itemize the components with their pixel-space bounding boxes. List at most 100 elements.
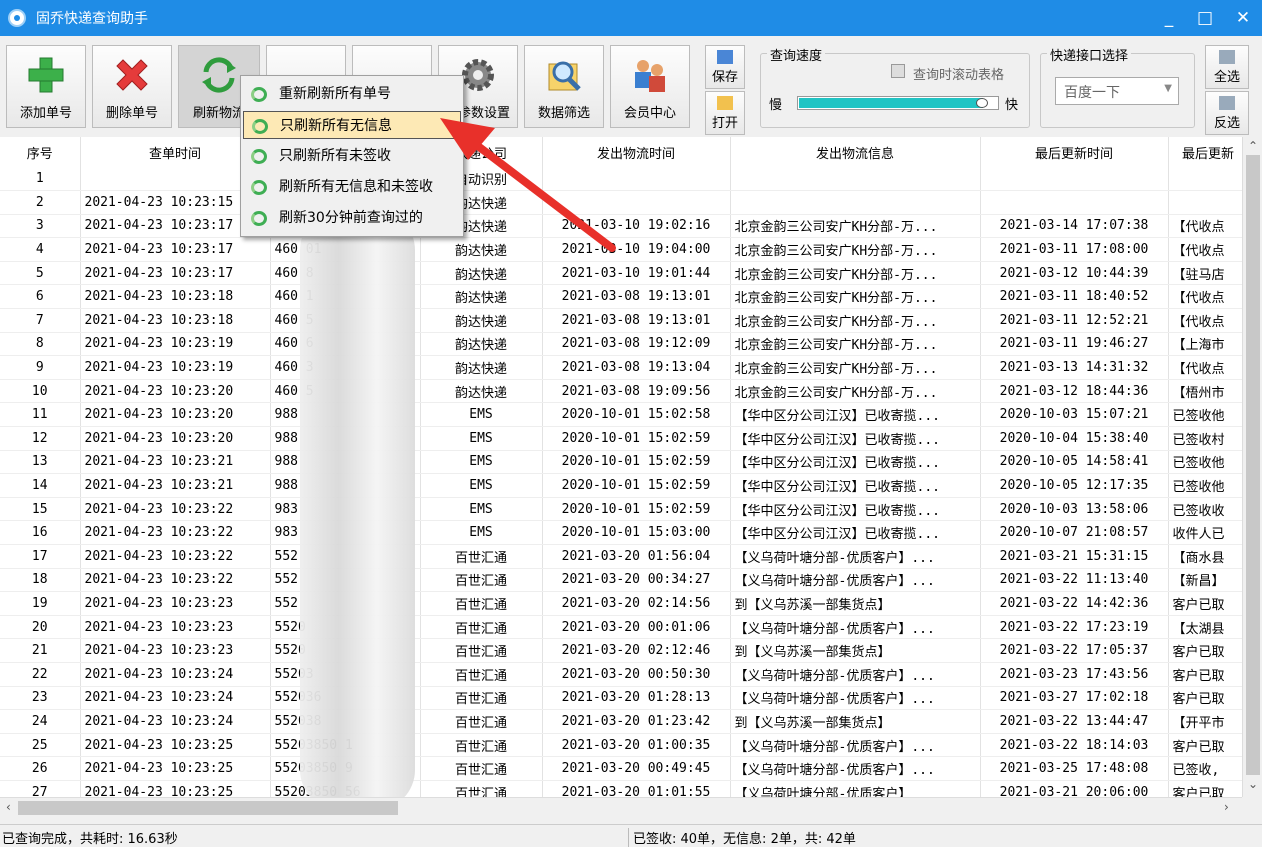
table-cell: 客户已取 (1168, 733, 1249, 758)
table-cell: 2021-03-20 01:00:35 (542, 733, 731, 758)
menu-refresh-unsigned[interactable]: 只刷新所有未签收 (243, 142, 461, 170)
menu-refresh-30min[interactable]: 刷新30分钟前查询过的 (243, 204, 461, 232)
horizontal-scroll-thumb[interactable] (18, 801, 398, 815)
minimize-button[interactable]: _ (1152, 4, 1186, 32)
menu-refresh-all[interactable]: 重新刷新所有单号 (243, 80, 461, 108)
scroll-checkbox[interactable] (891, 64, 905, 78)
table-row[interactable]: 17 2021-04-23 10:23:22 552 百世汇通 2021-03-20 0… (0, 544, 1249, 569)
table-row[interactable]: 19 2021-04-23 10:23:23 552 百世汇通 2021-03-20 0… (0, 591, 1249, 616)
table-row[interactable]: 15 2021-04-23 10:23:22 983 EMS 2020-10-01 15… (0, 497, 1249, 522)
column-header[interactable]: 发出物流信息 (730, 137, 981, 167)
table-cell: EMS (420, 473, 543, 498)
api-group: 快递接口选择 百度一下 ▼ (1040, 45, 1195, 128)
status-bar: 已查询完成，共耗时: 16.63秒 已签收: 40单，无信息: 2单，共: 42… (0, 824, 1262, 847)
table-cell: 24 (0, 709, 81, 734)
table-cell: 22 (0, 662, 81, 687)
table-row[interactable]: 24 2021-04-23 10:23:24 552038 百世汇通 2021-03-2… (0, 709, 1249, 734)
table-cell: 百世汇通 (420, 568, 543, 593)
table-cell: 北京金韵三公司安广KH分部-万... (730, 332, 981, 357)
table-row[interactable]: 23 2021-04-23 10:23:24 552036 百世汇通 2021-03-2… (0, 686, 1249, 711)
api-select[interactable]: 百度一下 ▼ (1055, 77, 1179, 105)
table-cell: 客户已取 (1168, 686, 1249, 711)
table-row[interactable]: 9 2021-04-23 10:23:19 460 3 韵达快递 2021-03-08 … (0, 355, 1249, 380)
menu-refresh-no-info-and-unsigned[interactable]: 刷新所有无信息和未签收 (243, 173, 461, 201)
table-row[interactable]: 272021-04-23 10:23:2555203850 56百世汇通2021… (0, 780, 1249, 797)
table-cell: 【上海市 (1168, 332, 1249, 357)
delete-order-button[interactable]: 删除单号 (92, 45, 172, 128)
tracking-table[interactable]: 序号查单时间单号快递公司发出物流时间发出物流信息最后更新时间最后更新 1自动识别… (0, 137, 1262, 797)
table-row[interactable]: 2 2021-04-23 10:23:15 韵达快递 (0, 190, 1249, 215)
table-cell: 2021-03-20 02:12:46 (542, 638, 731, 663)
column-header[interactable]: 发出物流时间 (542, 137, 731, 167)
table-cell: 韵达快递 (420, 284, 543, 310)
window-title: 固乔快递查询助手 (36, 11, 148, 27)
table-cell: 2021-03-11 18:40:52 (980, 284, 1169, 310)
scroll-up-icon[interactable]: ⌃ (1248, 139, 1258, 153)
table-row[interactable]: 1 自动识别 (0, 167, 1249, 192)
table-cell: 2021-03-22 17:05:37 (980, 638, 1169, 663)
table-cell: 2021-04-23 10:23:18 (80, 308, 271, 333)
table-cell: 【义乌荷叶塘分部-优质客户】... (730, 733, 981, 758)
data-filter-button[interactable]: 数据筛选 (524, 45, 604, 128)
table-row[interactable]: 3 2021-04-23 10:23:17 韵达快递 2021-03-10 19:02… (0, 214, 1249, 239)
table-row[interactable]: 14 2021-04-23 10:23:21 988 EMS 2020-10-01 15… (0, 473, 1249, 498)
add-order-button[interactable]: 添加单号 (6, 45, 86, 128)
table-cell: 百世汇通 (420, 780, 543, 797)
table-cell: EMS (420, 497, 543, 522)
table-cell: 百世汇通 (420, 638, 543, 663)
chevron-down-icon: ▼ (1164, 83, 1172, 94)
table-cell: 7 (0, 308, 81, 333)
table-row[interactable]: 20 2021-04-23 10:23:23 5520 百世汇通 2021-03-20 … (0, 615, 1249, 640)
select-all-button[interactable]: 全选 (1205, 45, 1249, 89)
scroll-down-icon[interactable]: ⌄ (1248, 777, 1258, 791)
close-button[interactable]: ✕ (1226, 4, 1260, 32)
table-cell: 【代收点 (1168, 214, 1249, 239)
table-row[interactable]: 22 2021-04-23 10:23:24 55203 百世汇通 2021-03-20… (0, 662, 1249, 687)
speed-slider[interactable] (797, 96, 999, 110)
green-plus-icon (28, 57, 64, 93)
table-cell: 2020-10-01 15:02:59 (542, 497, 731, 522)
table-row[interactable]: 8 2021-04-23 10:23:19 460 6 韵达快递 2021-03-08 … (0, 332, 1249, 357)
column-header[interactable]: 最后更新 (1168, 137, 1249, 167)
maximize-button[interactable]: □ (1188, 4, 1222, 32)
vertical-scrollbar[interactable]: ⌃ ⌄ (1242, 137, 1262, 797)
table-cell: 2020-10-07 21:08:57 (980, 520, 1169, 545)
table-row[interactable]: 6 2021-04-23 10:23:18 460 1 韵达快递 2021-03-08 … (0, 284, 1249, 310)
table-row[interactable]: 21 2021-04-23 10:23:23 5520 百世汇通 2021-03-20 … (0, 638, 1249, 663)
vertical-scroll-thumb[interactable] (1246, 155, 1260, 775)
table-cell: 已签收他 (1168, 402, 1249, 428)
table-row[interactable]: 18 2021-04-23 10:23:22 552 百世汇通 2021-03-20 0… (0, 568, 1249, 593)
table-row[interactable]: 13 2021-04-23 10:23:21 988 EMS 2020-10-01 15… (0, 450, 1249, 475)
scroll-right-icon[interactable]: › (1224, 800, 1229, 814)
column-header[interactable]: 序号 (0, 137, 81, 167)
table-cell: 韵达快递 (420, 237, 543, 262)
horizontal-scrollbar[interactable]: ‹ › (0, 797, 1242, 817)
member-center-button[interactable]: 会员中心 (610, 45, 690, 128)
speed-slider-handle[interactable] (976, 98, 988, 108)
column-header[interactable]: 最后更新时间 (980, 137, 1169, 167)
table-cell: 2021-03-13 14:31:32 (980, 355, 1169, 380)
table-cell: 2021-04-23 10:23:17 (80, 237, 271, 262)
table-row[interactable]: 252021-04-23 10:23:2555203850 1百世汇通2021-… (0, 733, 1249, 758)
table-cell: 2021-04-23 10:23:22 (80, 520, 271, 545)
save-button[interactable]: 保存 (705, 45, 745, 89)
table-row[interactable]: 262021-04-23 10:23:2555203850 9百世汇通2021-… (0, 756, 1249, 781)
table-row[interactable]: 7 2021-04-23 10:23:18 460 5 韵达快递 2021-03-08 … (0, 308, 1249, 333)
open-button[interactable]: 打开 (705, 91, 745, 135)
table-cell: 2021-04-23 10:23:20 (80, 379, 271, 404)
table-row[interactable]: 16 2021-04-23 10:23:22 983 EMS 2020-10-01 15… (0, 520, 1249, 545)
table-cell: 2020-10-05 12:17:35 (980, 473, 1169, 498)
table-cell: 2021-03-08 19:12:09 (542, 332, 731, 357)
invert-selection-button[interactable]: 反选 (1205, 91, 1249, 135)
scroll-left-icon[interactable]: ‹ (6, 800, 11, 814)
table-row[interactable]: 4 2021-04-23 10:23:17 460 01 韵达快递 2021-03-10… (0, 237, 1249, 262)
table-cell: 【义乌荷叶塘分部-优质客户】... (730, 615, 981, 640)
table-row[interactable]: 5 2021-04-23 10:23:17 460 8 韵达快递 2021-03-10 … (0, 261, 1249, 286)
table-row[interactable]: 11 2021-04-23 10:23:20 988 EMS 2020-10-01 15… (0, 402, 1249, 428)
table-row[interactable]: 12 2021-04-23 10:23:20 988 EMS 2020-10-01 15… (0, 426, 1249, 451)
table-cell: 2021-04-23 10:23:25 (80, 733, 271, 758)
table-cell: 26 (0, 756, 81, 781)
table-cell: 2021-04-23 10:23:20 (80, 402, 271, 428)
table-row[interactable]: 10 2021-04-23 10:23:20 460 5 韵达快递 2021-03-08… (0, 379, 1249, 404)
menu-refresh-no-info[interactable]: 只刷新所有无信息 (243, 111, 461, 139)
